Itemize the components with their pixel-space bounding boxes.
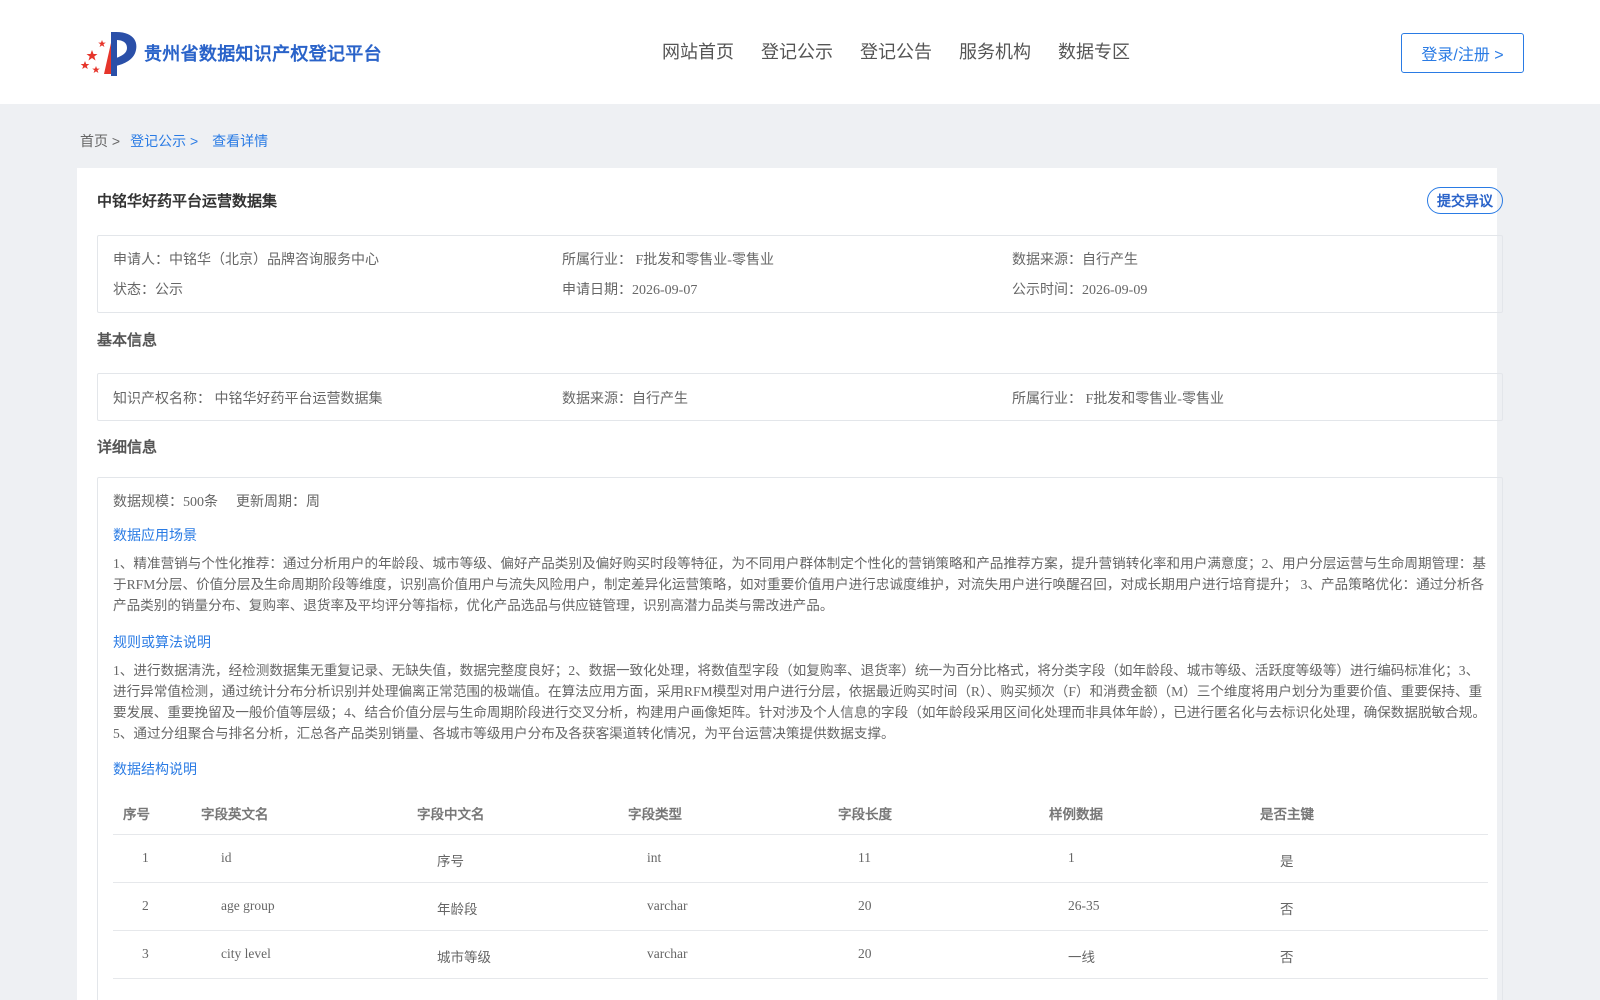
cell-sample: 1 — [1068, 850, 1075, 865]
detail-card: 中铭华好药平台运营数据集 提交异议 申请人：中铭华（北京）品牌咨询服务中心 所属… — [77, 168, 1503, 1000]
nav-data-zone[interactable]: 数据专区 — [1058, 38, 1130, 64]
industry-field: 所属行业： F批发和零售业-零售业 — [562, 253, 774, 268]
cell-chinese-name: 城市等级 — [437, 950, 491, 965]
table-row: 1 id 序号 int 11 1 是 — [113, 835, 1488, 883]
nav-home[interactable]: 网站首页 — [662, 38, 734, 64]
cell-index: 2 — [142, 898, 149, 913]
breadcrumb-section[interactable]: 登记公示 > — [130, 131, 198, 151]
cell-length: 20 — [858, 898, 872, 913]
cell-chinese-name: 序号 — [437, 854, 464, 869]
nav-registration-publicity[interactable]: 登记公示 — [761, 38, 833, 64]
cell-primary-key: 否 — [1280, 902, 1294, 917]
cell-index: 3 — [142, 946, 149, 961]
detail-info-box: 数据规模：500条 更新周期：周 数据应用场景 1、精准营销与个性化推荐：通过分… — [97, 477, 1503, 1000]
cell-primary-key: 否 — [1280, 950, 1294, 965]
table-header-row: 序号 字段英文名 字段中文名 字段类型 字段长度 样例数据 是否主键 — [113, 793, 1488, 835]
cell-type: varchar — [647, 946, 688, 961]
application-scenario-heading: 数据应用场景 — [113, 527, 197, 543]
cell-english-name: age group — [221, 898, 275, 913]
site-logo-link[interactable]: 贵州省数据知识产权登记平台 — [80, 28, 382, 78]
breadcrumb-current: 查看详情 — [212, 133, 269, 149]
col-index-header: 序号 — [123, 807, 150, 822]
dataset-title: 中铭华好药平台运营数据集 — [97, 193, 278, 210]
site-title: 贵州省数据知识产权登记平台 — [144, 44, 382, 64]
cell-primary-key: 是 — [1280, 854, 1294, 869]
col-length-header: 字段长度 — [838, 807, 892, 822]
basic-info-box: 知识产权名称： 中铭华好药平台运营数据集 数据来源：自行产生 所属行业： F批发… — [97, 373, 1503, 421]
summary-info-box: 申请人：中铭华（北京）品牌咨询服务中心 所属行业： F批发和零售业-零售业 数据… — [97, 235, 1503, 313]
cell-type: varchar — [647, 898, 688, 913]
submit-objection-button[interactable]: 提交异议 — [1427, 187, 1503, 214]
applicant-field: 申请人：中铭华（北京）品牌咨询服务中心 — [113, 253, 379, 268]
col-type-header: 字段类型 — [628, 807, 682, 822]
col-english-name-header: 字段英文名 — [201, 807, 269, 822]
breadcrumb-home[interactable]: 首页 > — [80, 131, 120, 151]
status-field: 状态：公示 — [113, 283, 183, 298]
top-header: 贵州省数据知识产权登记平台 网站首页 登记公示 登记公告 服务机构 数据专区 登… — [0, 0, 1600, 104]
platform-logo-icon — [80, 28, 138, 78]
cell-english-name: city level — [221, 946, 271, 961]
table-row: 2 age group 年龄段 varchar 20 26-35 否 — [113, 883, 1488, 931]
col-chinese-name-header: 字段中文名 — [417, 807, 485, 822]
col-sample-header: 样例数据 — [1049, 807, 1103, 822]
ip-name-field: 知识产权名称： 中铭华好药平台运营数据集 — [113, 392, 383, 407]
nav-registration-announcement[interactable]: 登记公告 — [860, 38, 932, 64]
cell-index: 1 — [142, 850, 149, 865]
breadcrumb: 首页 > 登记公示 > 查看详情 — [80, 131, 268, 151]
cell-type: int — [647, 850, 662, 865]
cell-chinese-name: 年龄段 — [437, 902, 478, 917]
table-row: 3 city level 城市等级 varchar 20 一线 否 — [113, 931, 1488, 979]
basic-source-field: 数据来源：自行产生 — [562, 392, 688, 407]
cell-length: 11 — [858, 850, 871, 865]
apply-date-field: 申请日期：2026-09-07 — [562, 283, 698, 298]
detail-info-heading: 详细信息 — [97, 439, 158, 456]
col-primary-key-header: 是否主键 — [1260, 807, 1314, 822]
application-scenario-text: 1、精准营销与个性化推荐：通过分析用户的年龄段、城市等级、偏好产品类别及偏好购买… — [113, 556, 1486, 613]
publish-date-field: 公示时间：2026-09-09 — [1012, 283, 1148, 298]
data-scale-field: 数据规模：500条 — [113, 495, 218, 510]
basic-info-heading: 基本信息 — [97, 332, 158, 349]
login-register-button[interactable]: 登录/注册 > — [1401, 33, 1524, 73]
cell-length: 20 — [858, 946, 872, 961]
rules-text: 1、进行数据清洗，经检测数据集无重复记录、无缺失值，数据完整度良好；2、数据一致… — [113, 663, 1486, 741]
rules-heading: 规则或算法说明 — [113, 634, 211, 650]
main-nav: 网站首页 登记公示 登记公告 服务机构 数据专区 — [662, 38, 1157, 64]
data-structure-table: 序号 字段英文名 字段中文名 字段类型 字段长度 样例数据 是否主键 1 id … — [113, 793, 1488, 979]
update-cycle-field: 更新周期：周 — [236, 495, 320, 510]
nav-service-agencies[interactable]: 服务机构 — [959, 38, 1031, 64]
data-structure-heading: 数据结构说明 — [113, 761, 197, 777]
cell-english-name: id — [221, 850, 232, 865]
source-field: 数据来源：自行产生 — [1012, 253, 1138, 268]
cell-sample: 26-35 — [1068, 898, 1100, 913]
cell-sample: 一线 — [1068, 950, 1095, 965]
basic-industry-field: 所属行业： F批发和零售业-零售业 — [1012, 392, 1224, 407]
